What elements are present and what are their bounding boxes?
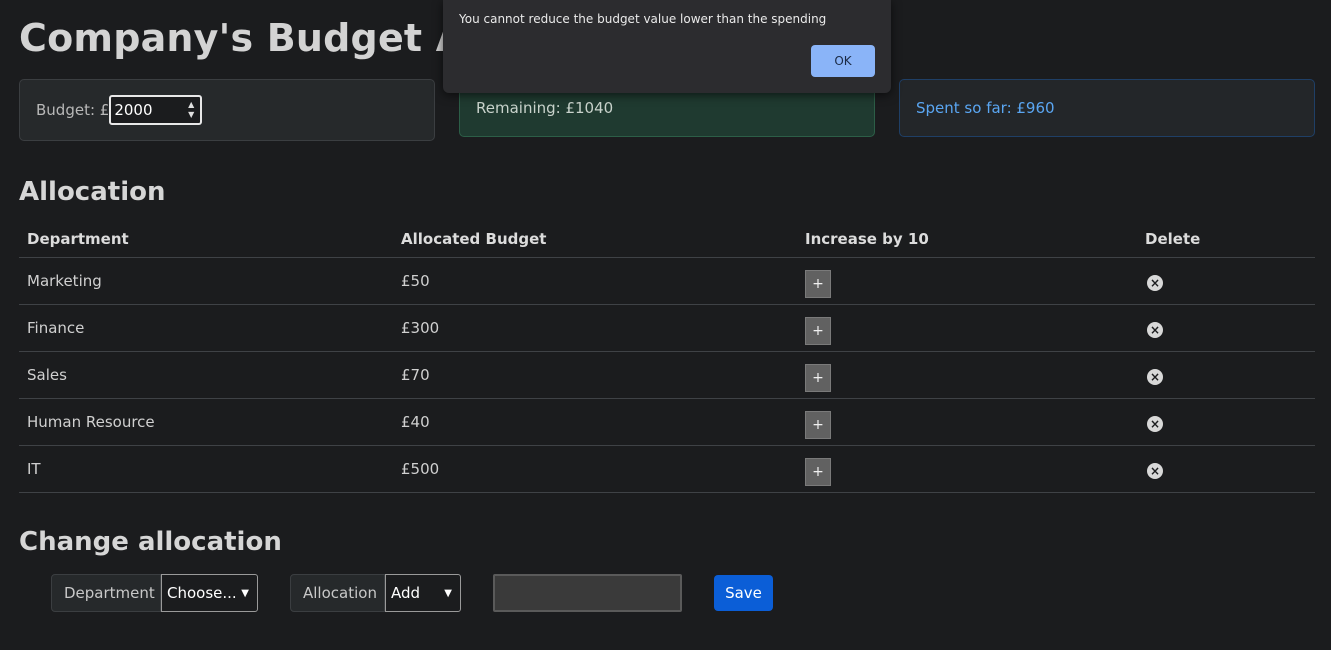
department-group: Department Choose... ▼ — [51, 574, 258, 612]
alert-message: You cannot reduce the budget value lower… — [459, 12, 827, 26]
budget-label: Budget: £ — [36, 101, 110, 119]
increase-button[interactable]: + — [805, 458, 831, 486]
column-header-increase: Increase by 10 — [797, 221, 1137, 258]
table-row: IT £500 + × — [19, 445, 1315, 493]
chevron-down-icon: ▼ — [241, 587, 249, 599]
spinner-arrows-icon[interactable]: ▲ ▼ — [188, 100, 194, 120]
budget-cell: £70 — [393, 351, 797, 399]
department-cell: Sales — [19, 351, 393, 399]
department-cell: Human Resource — [19, 398, 393, 446]
column-header-allocated-budget: Allocated Budget — [393, 221, 797, 258]
ok-button[interactable]: OK — [811, 45, 875, 77]
budget-cell: £50 — [393, 257, 797, 305]
table-row: Finance £300 + × — [19, 304, 1315, 352]
allocation-heading: Allocation — [19, 177, 166, 207]
allocation-table: Department Allocated Budget Increase by … — [19, 221, 1315, 493]
close-circle-icon[interactable]: × — [1147, 322, 1163, 338]
close-circle-icon[interactable]: × — [1147, 463, 1163, 479]
allocation-label: Allocation — [290, 574, 385, 612]
table-row: Marketing £50 + × — [19, 257, 1315, 305]
close-circle-icon[interactable]: × — [1147, 275, 1163, 291]
chevron-down-icon: ▼ — [444, 587, 452, 599]
column-header-delete: Delete — [1137, 221, 1315, 258]
allocation-group: Allocation Add ▼ — [290, 574, 461, 612]
department-select[interactable]: Choose... ▼ — [161, 574, 258, 612]
table-row: Human Resource £40 + × — [19, 398, 1315, 446]
budget-card: Budget: £ 2000 ▲ ▼ — [19, 79, 435, 141]
department-cell: IT — [19, 445, 393, 493]
increase-button[interactable]: + — [805, 411, 831, 439]
department-label: Department — [51, 574, 161, 612]
close-circle-icon[interactable]: × — [1147, 369, 1163, 385]
amount-input[interactable] — [493, 574, 682, 612]
close-circle-icon[interactable]: × — [1147, 416, 1163, 432]
department-cell: Marketing — [19, 257, 393, 305]
spent-card: Spent so far: £960 — [899, 79, 1315, 137]
change-allocation-heading: Change allocation — [19, 527, 282, 557]
save-button[interactable]: Save — [714, 575, 773, 611]
spent-text: Spent so far: £960 — [916, 99, 1055, 117]
budget-input[interactable]: 2000 ▲ ▼ — [109, 95, 203, 125]
increase-button[interactable]: + — [805, 364, 831, 392]
budget-cell: £40 — [393, 398, 797, 446]
column-header-department: Department — [19, 221, 393, 258]
increase-button[interactable]: + — [805, 317, 831, 345]
table-header-row: Department Allocated Budget Increase by … — [19, 221, 1315, 258]
allocation-select[interactable]: Add ▼ — [385, 574, 461, 612]
remaining-text: Remaining: £1040 — [476, 99, 614, 117]
table-row: Sales £70 + × — [19, 351, 1315, 399]
department-cell: Finance — [19, 304, 393, 352]
budget-cell: £300 — [393, 304, 797, 352]
allocation-select-value: Add — [391, 584, 421, 602]
alert-dialog: You cannot reduce the budget value lower… — [443, 0, 891, 93]
budget-input-value: 2000 — [114, 101, 153, 119]
increase-button[interactable]: + — [805, 270, 831, 298]
budget-cell: £500 — [393, 445, 797, 493]
department-select-value: Choose... — [167, 584, 237, 602]
